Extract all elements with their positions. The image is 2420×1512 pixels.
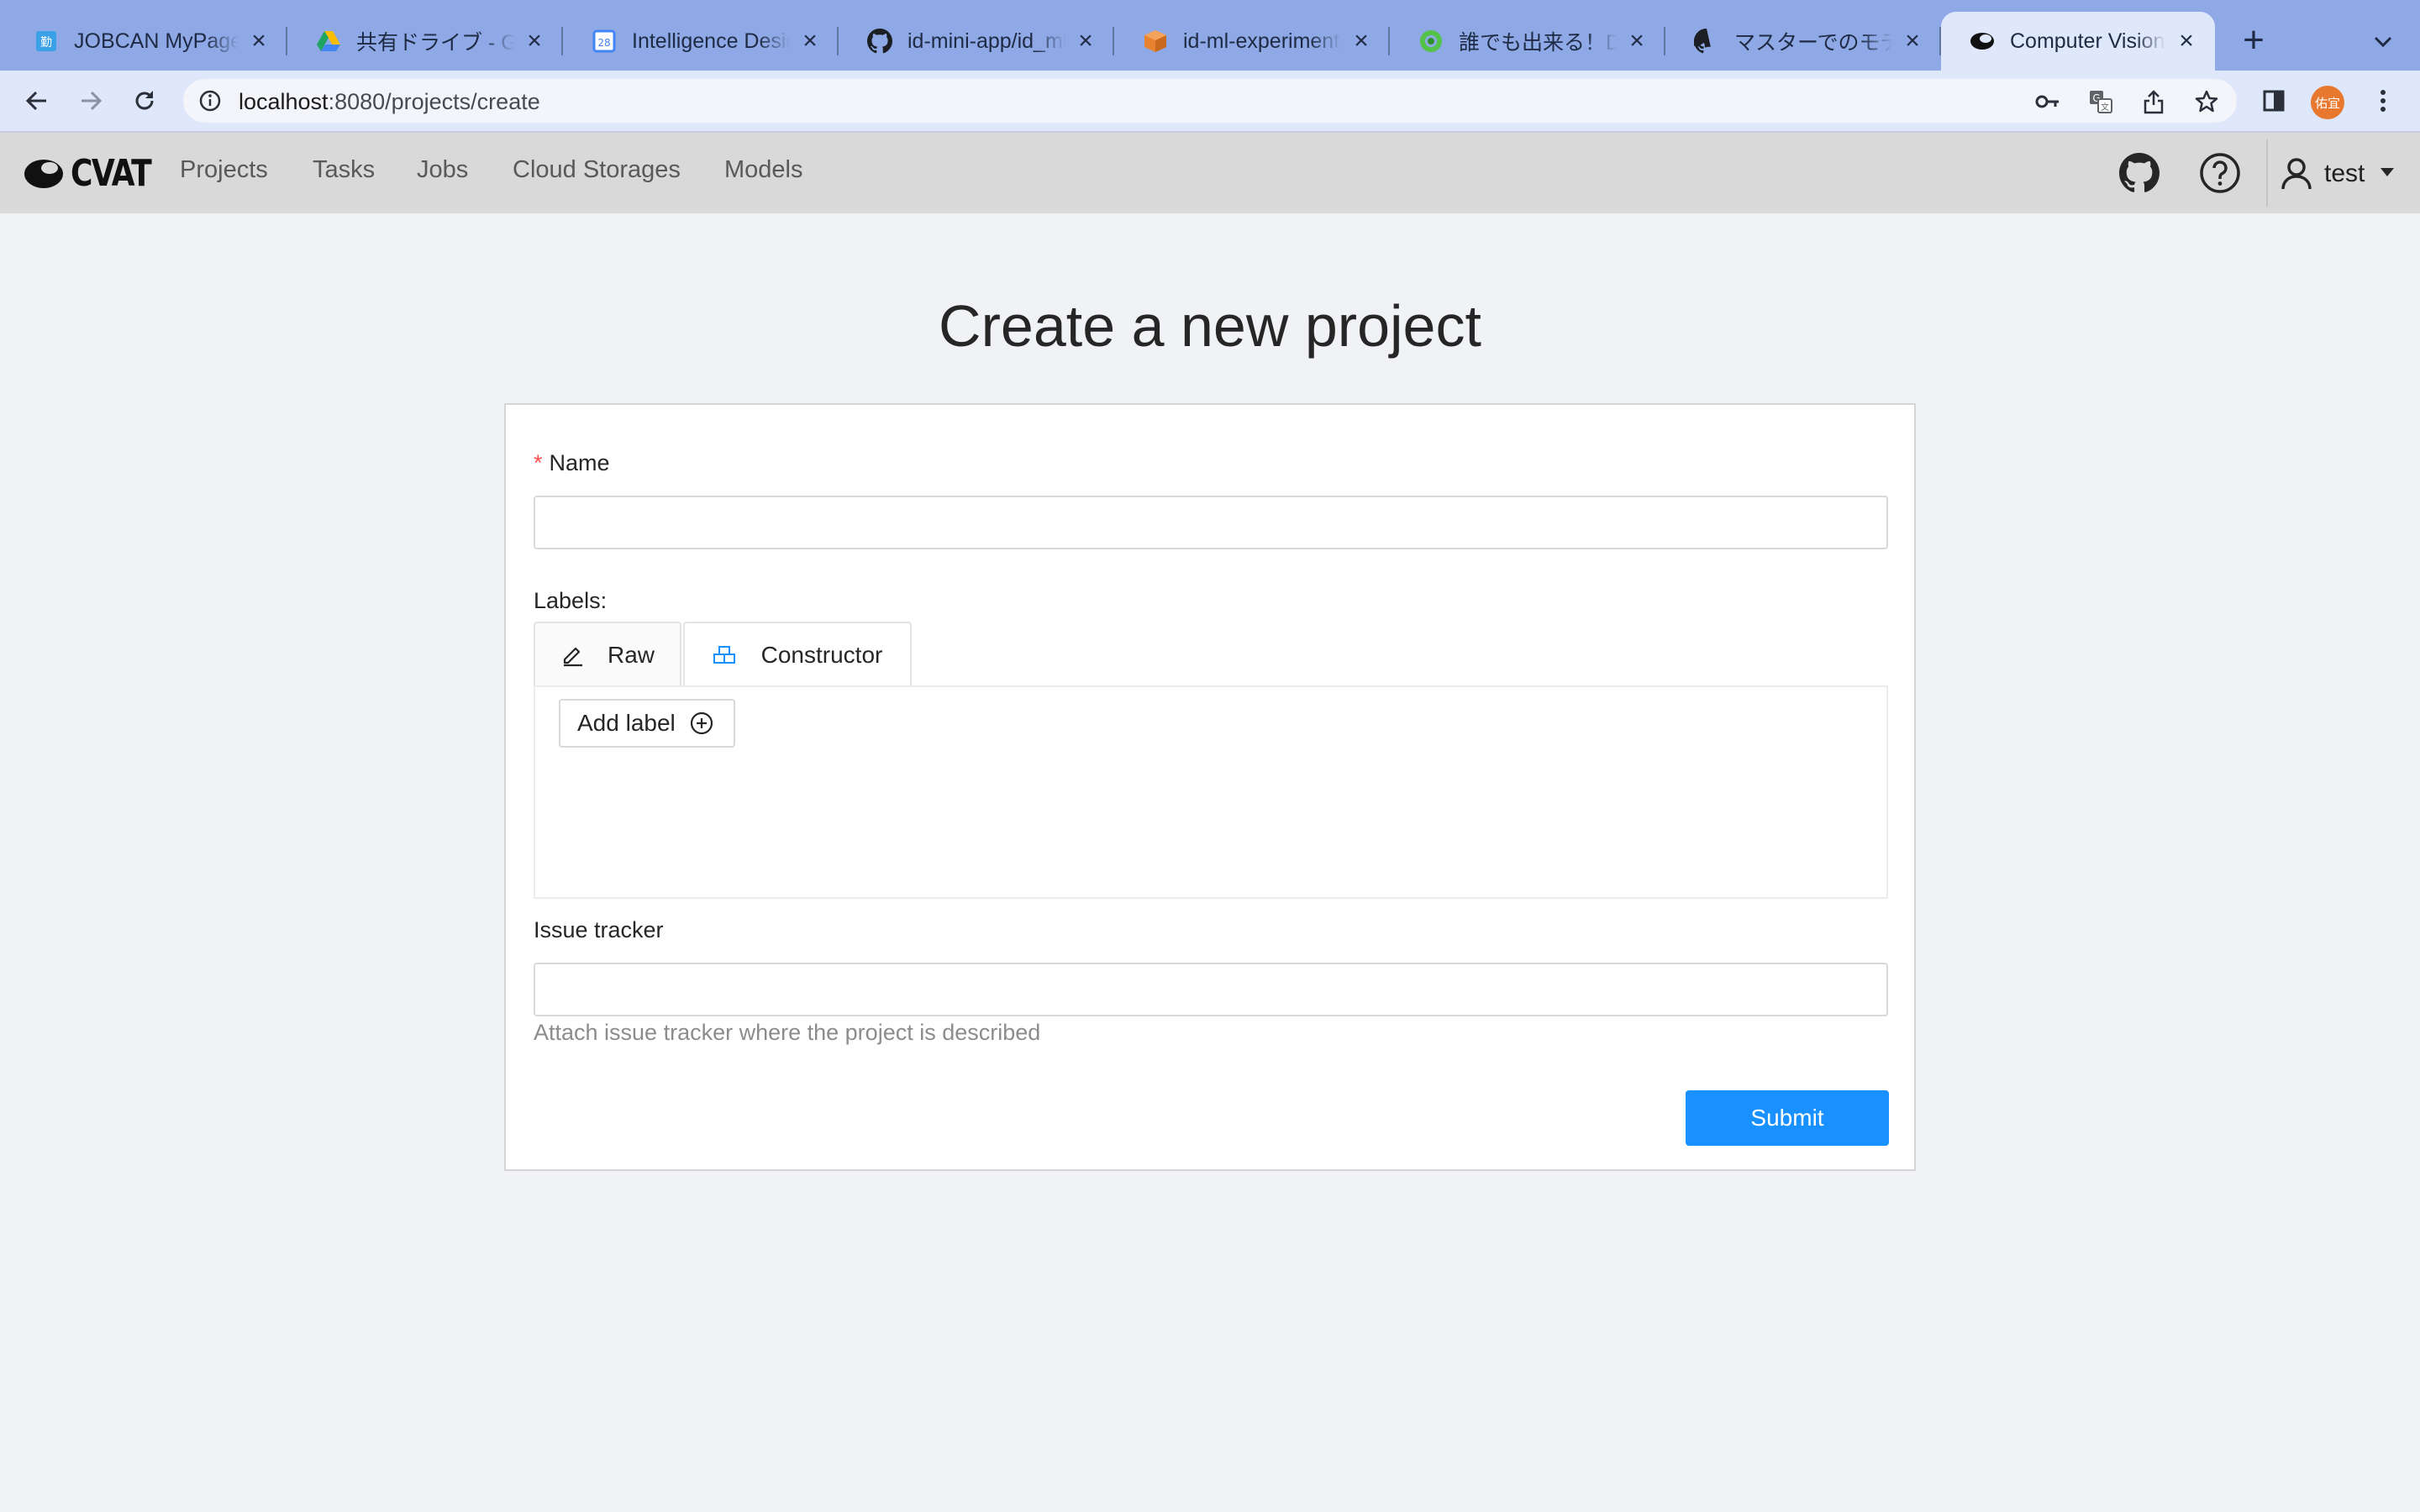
browser-tab-title: マスターでのモデル xyxy=(1734,31,1892,55)
nav-jobs[interactable]: Jobs xyxy=(417,156,468,184)
browser-tab-intelligence-design[interactable]: 28 Intelligence Design × xyxy=(563,12,839,71)
browser-tab-title: 誰でも出来る！Deep xyxy=(1459,31,1617,55)
cvat-eye-icon xyxy=(1970,29,1995,54)
nav-projects[interactable]: Projects xyxy=(180,156,268,184)
issue-tracker-label: Issue tracker xyxy=(534,917,664,942)
tab-search-chevron-icon[interactable] xyxy=(2366,25,2400,59)
close-icon[interactable]: × xyxy=(1074,27,1097,55)
name-field-label: * Name xyxy=(534,450,610,476)
create-project-form: * Name Labels: Raw Constructor Add label … xyxy=(504,403,1916,1171)
browser-tab-title: id-mini-app/id_ml xyxy=(908,29,1065,53)
build-icon xyxy=(713,645,738,665)
close-icon[interactable]: × xyxy=(1349,27,1373,55)
app-header: CVAT Projects Tasks Jobs Cloud Storages … xyxy=(0,133,2420,213)
browser-tab-title: id-ml-experiment xyxy=(1183,29,1340,53)
nav-models[interactable]: Models xyxy=(724,156,803,184)
browser-tab-cvat[interactable]: Computer Vision × xyxy=(1941,12,2215,71)
required-mark: * xyxy=(534,450,543,475)
browser-tab-jobcan[interactable]: 勤 JOBCAN MyPage × xyxy=(5,12,287,71)
calendar-icon: 28 xyxy=(592,29,617,54)
user-menu[interactable]: test xyxy=(2281,153,2395,195)
cvat-eye-icon xyxy=(24,160,63,188)
browser-tab-github-model[interactable]: マスターでのモデル × xyxy=(1665,12,1941,71)
browser-tab-title: Computer Vision xyxy=(2010,29,2165,53)
svg-text:勤: 勤 xyxy=(40,36,52,50)
tab-constructor[interactable]: Constructor xyxy=(683,622,912,687)
submit-button[interactable]: Submit xyxy=(1686,1090,1889,1146)
browser-tab-strip: 勤 JOBCAN MyPage × 共有ドライブ - Google ドライブ ×… xyxy=(0,0,2420,71)
profile-avatar[interactable]: 佑宜 xyxy=(2311,86,2344,119)
translate-icon[interactable]: G文 xyxy=(2088,89,2113,114)
github-icon[interactable] xyxy=(2118,151,2161,195)
info-icon[interactable] xyxy=(198,89,222,113)
browser-tab-google-drive[interactable]: 共有ドライブ - Google ドライブ × xyxy=(287,12,563,71)
browser-tab-ml-experiment[interactable]: id-ml-experiment × xyxy=(1114,12,1390,71)
key-icon[interactable] xyxy=(2035,89,2060,114)
browser-menu-icon[interactable] xyxy=(2365,82,2402,119)
close-icon[interactable]: × xyxy=(2175,27,2198,55)
tab-raw[interactable]: Raw xyxy=(534,622,681,687)
browser-tab-github-mini-app[interactable]: id-mini-app/id_ml × xyxy=(839,12,1114,71)
forward-button[interactable] xyxy=(72,82,109,119)
bookmark-star-icon[interactable] xyxy=(2194,89,2219,114)
header-divider xyxy=(2266,139,2268,207)
close-icon[interactable]: × xyxy=(247,27,271,55)
new-tab-button[interactable]: + xyxy=(2237,19,2270,60)
github-icon xyxy=(1694,29,1719,54)
logo-text: CVAT xyxy=(71,151,152,195)
browser-tab-title: JOBCAN MyPage xyxy=(74,29,239,53)
google-drive-icon xyxy=(316,29,341,54)
nav-tasks[interactable]: Tasks xyxy=(313,156,375,184)
url-host: localhost xyxy=(239,89,329,114)
green-circle-icon xyxy=(1418,29,1444,54)
browser-toolbar: localhost:8080/projects/create G文 佑宜 xyxy=(0,71,2420,133)
reload-button[interactable] xyxy=(126,82,163,119)
browser-tab-title: Intelligence Design xyxy=(632,29,790,53)
constructor-panel: Add label xyxy=(534,685,1888,899)
issue-tracker-input[interactable] xyxy=(534,963,1888,1016)
share-icon[interactable] xyxy=(2141,89,2166,114)
user-icon xyxy=(2281,158,2312,190)
labels-tabs: Raw Constructor xyxy=(534,622,1888,687)
caret-down-icon xyxy=(2380,166,2395,181)
tab-raw-label: Raw xyxy=(607,642,655,668)
url-path: :8080/projects/create xyxy=(328,89,540,114)
name-label-text: Name xyxy=(549,450,610,475)
github-icon xyxy=(867,29,892,54)
nav-cloud-storages[interactable]: Cloud Storages xyxy=(513,156,681,184)
back-button[interactable] xyxy=(18,82,55,119)
name-input[interactable] xyxy=(534,496,1888,549)
browser-tab-deep[interactable]: 誰でも出来る！Deep × xyxy=(1390,12,1665,71)
page-title: Create a new project xyxy=(939,293,1481,359)
close-icon[interactable]: × xyxy=(1625,27,1649,55)
package-icon xyxy=(1143,29,1168,54)
issue-tracker-help: Attach issue tracker where the project i… xyxy=(534,1020,1041,1045)
side-panel-icon[interactable] xyxy=(2255,82,2292,119)
address-bar[interactable]: localhost:8080/projects/create G文 xyxy=(183,79,2237,123)
help-icon[interactable] xyxy=(2198,151,2242,195)
svg-text:文: 文 xyxy=(2101,102,2109,113)
url-text: localhost:8080/projects/create xyxy=(239,89,540,115)
edit-icon xyxy=(560,643,584,667)
labels-heading: Labels: xyxy=(534,588,608,613)
browser-tab-title: 共有ドライブ - Google ドライブ xyxy=(356,31,514,55)
svg-text:28: 28 xyxy=(597,37,610,49)
add-label-button[interactable]: Add label xyxy=(559,699,735,748)
close-icon[interactable]: × xyxy=(523,27,546,55)
jobcan-icon: 勤 xyxy=(34,29,59,54)
tab-constructor-label: Constructor xyxy=(760,642,883,668)
close-icon[interactable]: × xyxy=(798,27,822,55)
close-icon[interactable]: × xyxy=(1901,27,1924,55)
add-label-text: Add label xyxy=(577,710,676,736)
cvat-logo[interactable]: CVAT xyxy=(24,151,168,195)
username: test xyxy=(2324,160,2365,187)
plus-circle-icon xyxy=(689,711,714,736)
